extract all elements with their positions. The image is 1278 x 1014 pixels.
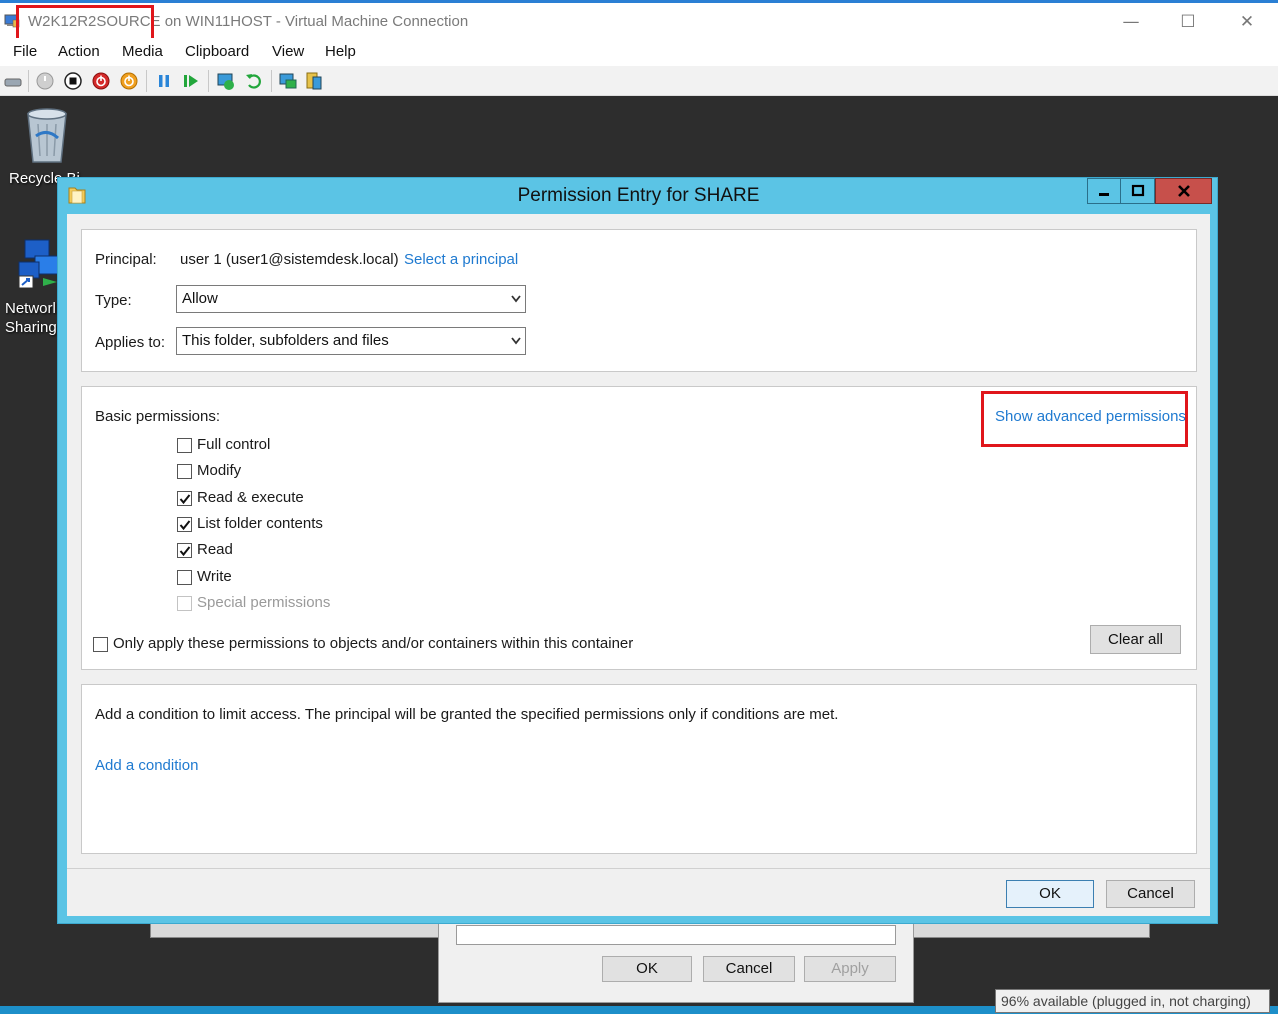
principal-panel: Principal: user 1 (user1@sistemdesk.loca…: [81, 229, 1197, 372]
type-dropdown[interactable]: Allow: [176, 285, 526, 313]
dialog-close-icon[interactable]: [1155, 178, 1212, 204]
menu-file[interactable]: File: [13, 43, 37, 60]
menu-help[interactable]: Help: [325, 43, 356, 60]
menu-media[interactable]: Media: [122, 43, 163, 60]
permission-checkbox-row[interactable]: Full control: [177, 436, 437, 456]
chevron-down-icon: [511, 337, 521, 345]
only-apply-label: Only apply these permissions to objects …: [113, 635, 634, 652]
select-principal-link[interactable]: Select a principal: [404, 251, 518, 268]
type-dropdown-value: Allow: [182, 290, 218, 307]
checkmark-icon: [179, 520, 191, 531]
toolbar-separator: [146, 70, 147, 92]
permission-label: Full control: [197, 436, 271, 453]
permission-checkbox-row[interactable]: Modify: [177, 462, 437, 482]
battery-status-tooltip: 96% available (plugged in, not charging): [995, 989, 1270, 1013]
resume-icon[interactable]: [181, 71, 201, 91]
start-icon[interactable]: [35, 71, 55, 91]
ok-button[interactable]: OK: [1006, 880, 1094, 908]
principal-value: user 1 (user1@sistemdesk.local): [180, 251, 399, 268]
only-apply-checkbox[interactable]: [93, 637, 108, 652]
condition-description: Add a condition to limit access. The pri…: [95, 706, 839, 723]
toolbar-separator: [28, 70, 29, 92]
background-apply-button[interactable]: Apply: [804, 956, 896, 982]
turn-off-icon[interactable]: [63, 71, 83, 91]
minimize-icon[interactable]: —: [1111, 9, 1151, 35]
basic-permissions-label: Basic permissions:: [95, 408, 221, 425]
type-label: Type:: [95, 292, 132, 309]
toolbar-separator: [271, 70, 272, 92]
vm-name-highlight: [16, 5, 154, 41]
save-icon[interactable]: [119, 71, 139, 91]
permission-checkbox-row: Special permissions: [177, 594, 437, 614]
dialog-maximize-icon[interactable]: [1121, 178, 1155, 204]
checkbox-unchecked[interactable]: [177, 464, 192, 479]
permission-label: Modify: [197, 462, 242, 479]
permission-label: Special permissions: [197, 594, 331, 611]
permission-label: Read & execute: [197, 489, 304, 506]
permission-label: Read: [197, 541, 233, 558]
network-sharing-label-line2: Sharing: [5, 319, 57, 336]
permission-checkbox-row[interactable]: Write: [177, 568, 437, 588]
permission-checkbox-row[interactable]: Read: [177, 541, 437, 561]
revert-icon[interactable]: [244, 71, 264, 91]
permission-checkbox-row[interactable]: Read & execute: [177, 489, 437, 509]
network-sharing-label-line1: Networl: [5, 300, 56, 317]
shut-down-icon[interactable]: [91, 71, 111, 91]
applies-to-dropdown[interactable]: This folder, subfolders and files: [176, 327, 526, 355]
advanced-permissions-highlight: [981, 391, 1188, 447]
add-condition-link[interactable]: Add a condition: [95, 757, 198, 774]
dialog-title: Permission Entry for SHARE: [517, 185, 760, 206]
principal-label: Principal:: [95, 251, 157, 268]
permission-label: Write: [197, 568, 232, 585]
applies-to-label: Applies to:: [95, 334, 166, 351]
toolbar-separator: [208, 70, 209, 92]
host-toolbar: [0, 66, 1278, 96]
close-icon[interactable]: ✕: [1227, 9, 1267, 35]
menu-view[interactable]: View: [272, 43, 304, 60]
applies-to-dropdown-value: This folder, subfolders and files: [182, 332, 389, 349]
background-cancel-button[interactable]: Cancel: [703, 956, 795, 982]
chevron-down-icon: [511, 295, 521, 303]
checkbox-checked[interactable]: [177, 491, 192, 506]
checkbox-unchecked[interactable]: [177, 438, 192, 453]
network-sharing-icon[interactable]: [17, 238, 59, 288]
permission-entry-dialog: Permission Entry for SHARE Principal: us…: [57, 177, 1218, 924]
condition-panel: Add a condition to limit access. The pri…: [81, 684, 1197, 854]
menu-action[interactable]: Action: [58, 43, 100, 60]
maximize-icon[interactable]: ☐: [1168, 9, 1208, 35]
checkbox-checked[interactable]: [177, 517, 192, 532]
dialog-body: Principal: user 1 (user1@sistemdesk.loca…: [67, 214, 1210, 916]
clear-all-button[interactable]: Clear all: [1090, 625, 1181, 654]
checkbox-checked[interactable]: [177, 543, 192, 558]
only-apply-checkbox-row[interactable]: Only apply these permissions to objects …: [93, 635, 693, 655]
host-title-bar: W2K12R2SOURCE on WIN11HOST - Virtual Mac…: [0, 0, 1278, 41]
enhanced-session-icon[interactable]: [278, 71, 298, 91]
cancel-button[interactable]: Cancel: [1106, 880, 1195, 908]
checkpoint-icon[interactable]: [216, 71, 236, 91]
background-text-field: [456, 925, 896, 945]
checkbox-unchecked[interactable]: [177, 570, 192, 585]
checkmark-icon: [179, 494, 191, 505]
recycle-bin-icon[interactable]: [22, 106, 72, 164]
menu-clipboard[interactable]: Clipboard: [185, 43, 249, 60]
host-menu-bar: File Action Media Clipboard View Help: [0, 38, 1278, 66]
ctrl-alt-del-icon[interactable]: [3, 71, 23, 91]
basic-permissions-panel: Basic permissions: Show advanced permiss…: [81, 386, 1197, 670]
permission-label: List folder contents: [197, 515, 323, 532]
permission-checkbox-row[interactable]: List folder contents: [177, 515, 437, 535]
background-ok-button[interactable]: OK: [602, 956, 692, 982]
checkmark-icon: [179, 546, 191, 557]
checkbox-unchecked: [177, 596, 192, 611]
dialog-footer-divider: [67, 868, 1210, 869]
share-icon[interactable]: [304, 71, 324, 91]
dialog-minimize-icon[interactable]: [1087, 178, 1121, 204]
pause-icon[interactable]: [154, 71, 174, 91]
